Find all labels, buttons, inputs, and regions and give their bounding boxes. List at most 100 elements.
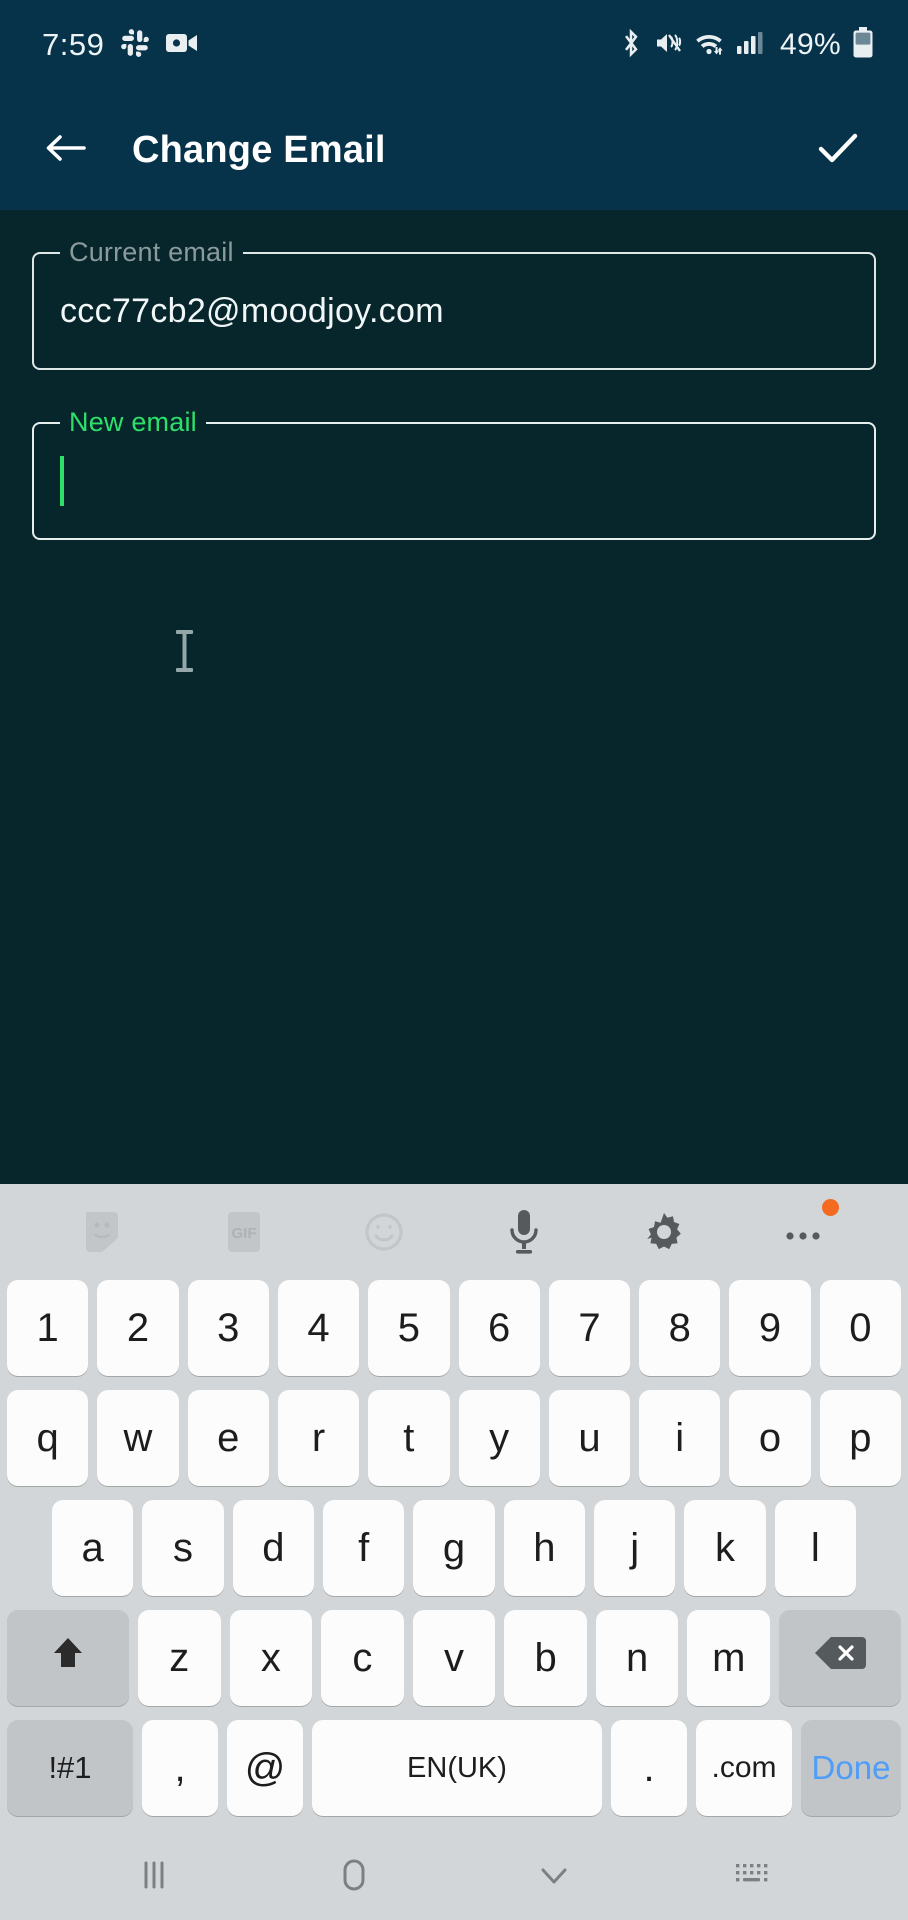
- key-k[interactable]: k: [684, 1500, 766, 1596]
- recents-button[interactable]: [111, 1844, 197, 1910]
- key-v[interactable]: v: [412, 1610, 496, 1706]
- new-email-input[interactable]: [32, 422, 876, 540]
- dismiss-keyboard-button[interactable]: [511, 1844, 597, 1910]
- navigation-bar: [0, 1834, 908, 1920]
- key-w[interactable]: w: [97, 1390, 179, 1486]
- key-s[interactable]: s: [142, 1500, 224, 1596]
- key-9[interactable]: 9: [729, 1280, 811, 1376]
- shift-icon: [46, 1631, 90, 1685]
- key-2[interactable]: 2: [97, 1280, 179, 1376]
- key-g[interactable]: g: [413, 1500, 495, 1596]
- comma-key[interactable]: ,: [142, 1720, 218, 1816]
- keyboard-row-asdf: a s d f g h j k l: [0, 1500, 908, 1596]
- key-1[interactable]: 1: [7, 1280, 89, 1376]
- back-arrow-icon: [42, 128, 90, 173]
- key-u[interactable]: u: [548, 1390, 631, 1486]
- phone-screen: 7:59 49% Change Email Current email ccc7…: [0, 0, 908, 1920]
- back-button[interactable]: [30, 114, 102, 186]
- key-q[interactable]: q: [7, 1390, 89, 1486]
- gif-icon[interactable]: GIF: [203, 1191, 285, 1273]
- current-email-value: ccc77cb2@moodjoy.com: [60, 291, 444, 330]
- keyboard-toolbar: GIF: [0, 1184, 908, 1280]
- keyboard-row-zxcv: z x c v b n m: [0, 1610, 908, 1706]
- keyboard-row-numbers: 1 2 3 4 5 6 7 8 9 0: [0, 1280, 908, 1376]
- battery-percent-label: 49%: [780, 28, 841, 61]
- dotcom-key[interactable]: .com: [696, 1720, 792, 1816]
- key-j[interactable]: j: [593, 1500, 676, 1596]
- key-f[interactable]: f: [323, 1500, 405, 1596]
- app-bar: Change Email: [0, 90, 908, 210]
- vibrate-mute-icon: [654, 29, 682, 62]
- key-p[interactable]: p: [819, 1390, 901, 1486]
- keyboard-switch-button[interactable]: [711, 1844, 797, 1910]
- backspace-icon: [814, 1634, 867, 1682]
- bluetooth-icon: [619, 28, 643, 63]
- status-bar-clock: 7:59: [42, 27, 105, 62]
- on-screen-keyboard: GIF 1 2 3 4 5 6 7 8 9 0 q w e r t y u i …: [0, 1184, 908, 1834]
- done-key[interactable]: Done: [801, 1720, 901, 1816]
- current-email-input[interactable]: ccc77cb2@moodjoy.com: [32, 252, 876, 370]
- key-a[interactable]: a: [52, 1500, 134, 1596]
- wifi-icon: [693, 29, 725, 62]
- microphone-icon[interactable]: [483, 1191, 565, 1273]
- key-x[interactable]: x: [229, 1610, 313, 1706]
- confirm-button[interactable]: [802, 114, 874, 186]
- key-0[interactable]: 0: [819, 1280, 901, 1376]
- status-bar-left: 7:59: [42, 27, 198, 63]
- key-d[interactable]: d: [232, 1500, 314, 1596]
- mouse-cursor-ibeam: [172, 628, 198, 679]
- dismiss-keyboard-icon: [532, 1853, 576, 1902]
- key-6[interactable]: 6: [458, 1280, 540, 1376]
- new-email-label: New email: [60, 407, 206, 437]
- battery-icon: [852, 26, 874, 64]
- key-c[interactable]: c: [321, 1610, 404, 1706]
- status-bar-right: 49%: [619, 26, 874, 64]
- shift-key[interactable]: [6, 1610, 129, 1706]
- keyboard-switch-icon: [732, 1858, 776, 1897]
- key-m[interactable]: m: [687, 1610, 771, 1706]
- text-caret: [60, 456, 64, 506]
- key-t[interactable]: t: [368, 1390, 450, 1486]
- svg-text:GIF: GIF: [232, 1225, 257, 1242]
- key-z[interactable]: z: [137, 1610, 221, 1706]
- sticker-icon[interactable]: [63, 1191, 145, 1273]
- key-h[interactable]: h: [503, 1500, 585, 1596]
- slack-icon: [120, 28, 150, 63]
- home-icon: [332, 1853, 376, 1902]
- period-key[interactable]: .: [611, 1720, 687, 1816]
- key-o[interactable]: o: [729, 1390, 811, 1486]
- key-r[interactable]: r: [277, 1390, 360, 1486]
- at-key[interactable]: @: [227, 1720, 303, 1816]
- key-8[interactable]: 8: [639, 1280, 721, 1376]
- page-title: Change Email: [132, 128, 386, 171]
- form-content: Current email ccc77cb2@moodjoy.com New e…: [0, 210, 908, 1184]
- current-email-label: Current email: [60, 237, 243, 267]
- recents-icon: [132, 1853, 176, 1902]
- key-l[interactable]: l: [774, 1500, 856, 1596]
- symbols-key[interactable]: !#1: [7, 1720, 133, 1816]
- keyboard-row-qwerty: q w e r t y u i o p: [0, 1390, 908, 1486]
- more-options-icon[interactable]: [763, 1191, 845, 1273]
- key-e[interactable]: e: [187, 1390, 269, 1486]
- emoji-icon[interactable]: [343, 1191, 425, 1273]
- key-b[interactable]: b: [504, 1610, 587, 1706]
- new-email-field[interactable]: New email: [32, 407, 876, 540]
- gear-icon[interactable]: [623, 1191, 705, 1273]
- space-key[interactable]: EN(UK): [312, 1720, 602, 1816]
- notification-badge: [822, 1199, 839, 1216]
- cellular-signal-icon: [736, 29, 764, 62]
- key-y[interactable]: y: [458, 1390, 540, 1486]
- keyboard-row-bottom: !#1 , @ EN(UK) . .com Done: [0, 1720, 908, 1816]
- key-4[interactable]: 4: [277, 1280, 360, 1376]
- key-3[interactable]: 3: [187, 1280, 269, 1376]
- key-i[interactable]: i: [639, 1390, 721, 1486]
- key-5[interactable]: 5: [368, 1280, 450, 1376]
- key-n[interactable]: n: [595, 1610, 679, 1706]
- backspace-key[interactable]: [779, 1610, 902, 1706]
- home-button[interactable]: [311, 1844, 397, 1910]
- current-email-field[interactable]: Current email ccc77cb2@moodjoy.com: [32, 237, 876, 370]
- status-bar: 7:59 49%: [0, 0, 908, 90]
- check-icon: [815, 128, 861, 173]
- video-camera-icon: [166, 31, 198, 60]
- key-7[interactable]: 7: [548, 1280, 631, 1376]
